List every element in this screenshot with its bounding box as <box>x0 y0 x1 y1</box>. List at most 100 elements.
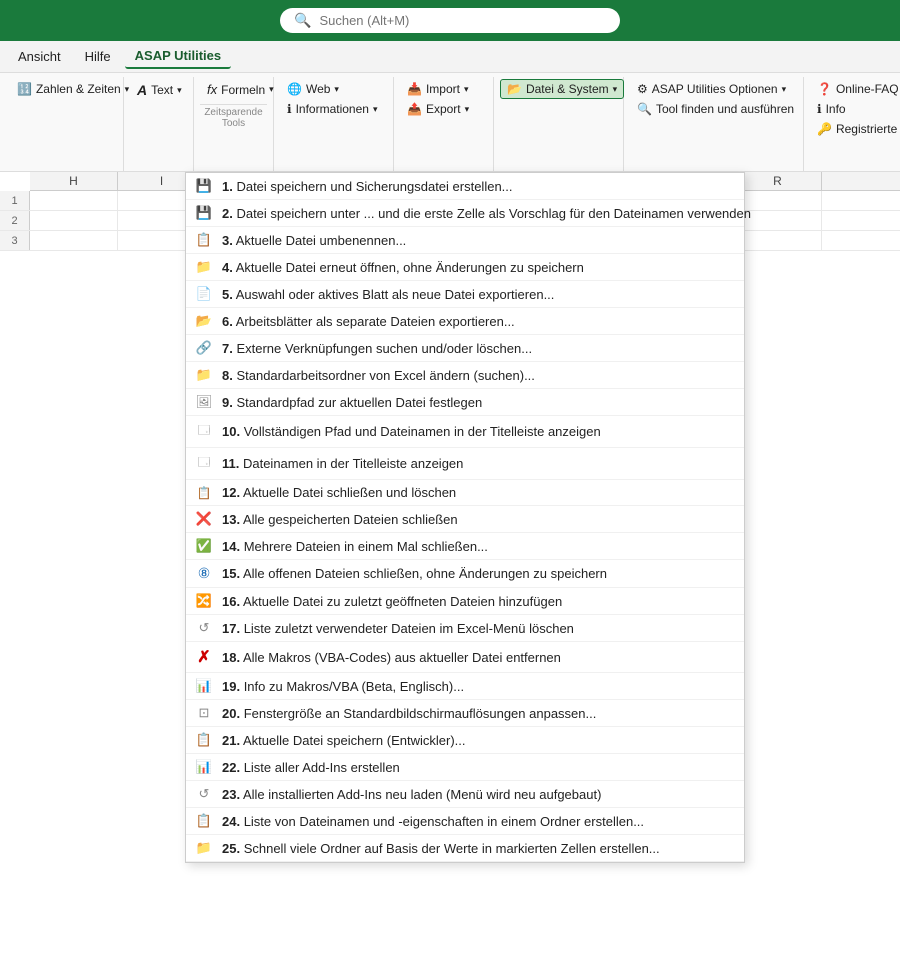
item-text: 3. Aktuelle Datei umbenennen... <box>222 233 734 248</box>
item-text: 20. Fenstergröße an Standardbildschirmau… <box>222 706 734 721</box>
ribbon-groups: 🔢 Zahlen & Zeiten ▾ A Text ▾ fx F <box>0 77 900 171</box>
ribbon-group-web: 🌐 Web ▾ ℹ Informationen ▾ <box>274 77 394 171</box>
item-icon: 🔀 <box>194 593 214 609</box>
datei-icon: 📂 <box>507 82 522 96</box>
ribbon-btn-formeln[interactable]: fx Formeln ▾ <box>200 79 281 100</box>
item-text: 18. Alle Makros (VBA-Codes) aus aktuelle… <box>222 650 734 665</box>
dropdown-item-22[interactable]: 📊22. Liste aller Add-Ins erstellen <box>186 754 744 781</box>
item-icon: 📋 <box>194 813 214 829</box>
faq-icon: ❓ <box>817 82 832 96</box>
item-icon: 🔗 <box>194 340 214 356</box>
dropdown-item-20[interactable]: ⊡20. Fenstergröße an Standardbildschirma… <box>186 700 744 727</box>
dropdown-item-9[interactable]: 🖼 9. Standardpfad zur aktuellen Datei fes… <box>186 389 744 416</box>
ribbon-btn-asap-options[interactable]: ⚙ ASAP Utilities Optionen ▾ <box>630 79 793 99</box>
zahlen-icon: 🔢 <box>17 82 32 96</box>
ribbon-btn-import[interactable]: 📥 Import ▾ <box>400 79 476 99</box>
item-icon: 📁 <box>194 840 214 856</box>
ribbon-btn-faq[interactable]: ❓ Online-FAQ <box>810 79 900 99</box>
item-icon: 💾 <box>194 205 214 221</box>
item-icon: 📁 <box>194 367 214 383</box>
zahlen-label: Zahlen & Zeiten <box>36 82 121 96</box>
dropdown-item-15[interactable]: ⑧ 15. Alle offenen Dateien schließen, ohn… <box>186 560 744 588</box>
ribbon-btn-export[interactable]: 📤 Export ▾ <box>400 99 476 119</box>
dropdown-item-14[interactable]: ✅14. Mehrere Dateien in einem Mal schlie… <box>186 533 744 560</box>
item-text: 6. Arbeitsblätter als separate Dateien e… <box>222 314 734 329</box>
datei-chevron: ▾ <box>613 84 618 95</box>
dropdown-item-25[interactable]: 📁25. Schnell viele Ordner auf Basis der … <box>186 835 744 862</box>
item-text: 9. Standardpfad zur aktuellen Datei fest… <box>222 395 734 410</box>
ribbon-group-datei: 📂 Datei & System ▾ <box>494 77 624 171</box>
ribbon-btn-datei-system[interactable]: 📂 Datei & System ▾ <box>500 79 624 99</box>
item-icon: 🗔 <box>194 453 214 474</box>
dropdown-item-1[interactable]: 💾1. Datei speichern und Sicherungsdatei … <box>186 173 744 200</box>
item-text: 14. Mehrere Dateien in einem Mal schließ… <box>222 539 734 554</box>
ribbon-btn-info[interactable]: ℹ Info <box>810 99 853 119</box>
dropdown-item-19[interactable]: 📊 19. Info zu Makros/VBA (Beta, Englisch)… <box>186 673 744 700</box>
dropdown-item-11[interactable]: 🗔11. Dateinamen in der Titelleiste anzei… <box>186 448 744 480</box>
text-icon: A <box>137 82 147 98</box>
web-label: Web <box>306 82 330 96</box>
dropdown-item-24[interactable]: 📋24. Liste von Dateinamen und -eigenscha… <box>186 808 744 835</box>
search-input-wrap: 🔍 <box>280 8 620 33</box>
datei-label: Datei & System <box>526 82 609 96</box>
menu-item-hilfe[interactable]: Hilfe <box>75 45 121 68</box>
item-icon: 🖼 <box>194 394 214 410</box>
dropdown-item-23[interactable]: ↺23. Alle installierten Add-Ins neu lade… <box>186 781 744 808</box>
tool-find-label: Tool finden und ausführen <box>656 102 794 116</box>
sheet-area: H I Q R 1 2 3 💾1. Datei speichern und Si… <box>0 172 900 251</box>
faq-label: Online-FAQ <box>836 82 899 96</box>
ribbon-group-label-zeitsparend: Zeitsparende Tools <box>200 104 267 129</box>
info-icon: ℹ <box>287 102 292 116</box>
dropdown-item-6[interactable]: 📂6. Arbeitsblätter als separate Dateien … <box>186 308 744 335</box>
ribbon-group-zahlen: 🔢 Zahlen & Zeiten ▾ <box>4 77 124 171</box>
dropdown-item-7[interactable]: 🔗7. Externe Verknüpfungen suchen und/ode… <box>186 335 744 362</box>
dropdown-item-18[interactable]: ✗ 18. Alle Makros (VBA-Codes) aus aktuell… <box>186 642 744 673</box>
ribbon-btn-web[interactable]: 🌐 Web ▾ <box>280 79 346 99</box>
ribbon-btn-text[interactable]: A Text ▾ <box>130 79 189 101</box>
key-icon: 🔑 <box>817 122 832 136</box>
item-icon: ↺ <box>194 620 214 636</box>
item-text: 15. Alle offenen Dateien schließen, ohne… <box>222 566 734 581</box>
item-icon: ⑧ <box>194 565 214 582</box>
menu-item-asap[interactable]: ASAP Utilities <box>125 44 231 69</box>
item-icon: 📋 <box>194 232 214 248</box>
dropdown-item-4[interactable]: 📁4. Aktuelle Datei erneut öffnen, ohne Ä… <box>186 254 744 281</box>
item-text: 10. Vollständigen Pfad und Dateinamen in… <box>222 424 734 439</box>
ribbon-btn-tool-find[interactable]: 🔍 Tool finden und ausführen <box>630 99 801 119</box>
dropdown-item-16[interactable]: 🔀 16. Aktuelle Datei zu zuletzt geöffnete… <box>186 588 744 615</box>
item-text: 16. Aktuelle Datei zu zuletzt geöffneten… <box>222 594 734 609</box>
dropdown-item-13[interactable]: ❌ 13. Alle gespeicherten Dateien schließe… <box>186 506 744 533</box>
dropdown-item-8[interactable]: 📁8. Standardarbeitsordner von Excel ände… <box>186 362 744 389</box>
ribbon-btn-zahlen[interactable]: 🔢 Zahlen & Zeiten ▾ <box>10 79 136 99</box>
ribbon-btn-informationen[interactable]: ℹ Informationen ▾ <box>280 99 384 119</box>
item-text: 13. Alle gespeicherten Dateien schließen <box>222 512 734 527</box>
ribbon-btn-registered[interactable]: 🔑 Registrierte Version <box>810 119 900 139</box>
dropdown-item-10[interactable]: 🗔 10. Vollständigen Pfad und Dateinamen i… <box>186 416 744 448</box>
search-bar: 🔍 <box>0 0 900 41</box>
ribbon-group-formeln: fx Formeln ▾ Zeitsparende Tools <box>194 77 274 171</box>
item-text: 17. Liste zuletzt verwendeter Dateien im… <box>222 621 734 636</box>
dropdown-item-21[interactable]: 📋21. Aktuelle Datei speichern (Entwickle… <box>186 727 744 754</box>
dropdown-item-2[interactable]: 💾2. Datei speichern unter ... und die er… <box>186 200 744 227</box>
registered-label: Registrierte Version <box>836 122 900 136</box>
dropdown-item-17[interactable]: ↺ 17. Liste zuletzt verwendeter Dateien i… <box>186 615 744 642</box>
item-icon: 🗔 <box>194 421 214 442</box>
dropdown-item-5[interactable]: 📄5. Auswahl oder aktives Blatt als neue … <box>186 281 744 308</box>
menu-item-ansicht[interactable]: Ansicht <box>8 45 71 68</box>
import-icon: 📥 <box>407 82 422 96</box>
search-input[interactable] <box>319 13 606 28</box>
item-icon: ✗ <box>194 647 214 667</box>
export-chevron: ▾ <box>465 104 470 115</box>
dropdown-item-12[interactable]: 📋12. Aktuelle Datei schließen und lösche… <box>186 480 744 506</box>
dropdown-item-3[interactable]: 📋 3. Aktuelle Datei umbenennen... <box>186 227 744 254</box>
item-text: 21. Aktuelle Datei speichern (Entwickler… <box>222 733 734 748</box>
item-text: 19. Info zu Makros/VBA (Beta, Englisch).… <box>222 679 734 694</box>
export-icon: 📤 <box>407 102 422 116</box>
item-icon: 📁 <box>194 259 214 275</box>
info-label: Informationen <box>296 102 369 116</box>
item-icon: 💾 <box>194 178 214 194</box>
web-chevron: ▾ <box>334 84 339 95</box>
item-icon: ❌ <box>194 511 214 527</box>
item-icon: 📊 <box>194 678 214 694</box>
asap-options-label: ASAP Utilities Optionen <box>652 82 778 96</box>
